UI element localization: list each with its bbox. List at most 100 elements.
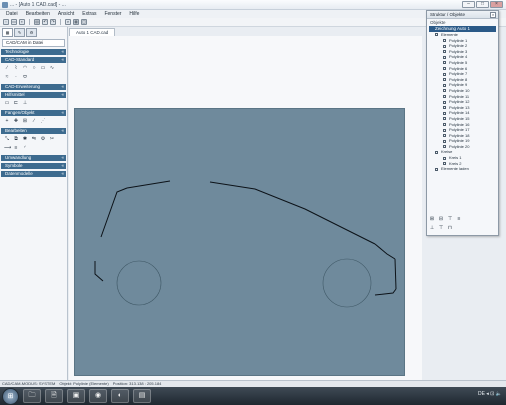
chevron-icon: «	[61, 128, 64, 133]
move-icon[interactable]: ⤡	[4, 136, 10, 142]
curve-icon[interactable]: ∿	[49, 65, 55, 71]
toolbar-divider	[60, 19, 61, 25]
section-label: CAD-Erweiterung	[5, 84, 41, 89]
title-bar: ... - [Auto 1 CAD.cad] - ... – □ ×	[0, 0, 506, 10]
line-icon[interactable]: ∕	[4, 65, 10, 71]
maximize-button[interactable]: □	[476, 1, 489, 8]
roof-rear-line	[209, 181, 376, 245]
collapse-all-icon[interactable]: ⊟	[438, 216, 444, 222]
sidebar-tab-cad[interactable]: ▦	[2, 28, 13, 37]
chevron-icon: «	[61, 163, 64, 168]
ellipse-icon[interactable]: ⬭	[22, 74, 28, 80]
dim-icon[interactable]: ⊥	[22, 100, 28, 106]
midpoint-icon[interactable]: ⋰	[40, 118, 46, 124]
taskbar-app-explorer[interactable]: 🗀	[23, 389, 41, 403]
checkbox-icon	[443, 156, 446, 160]
checkbox-icon	[443, 128, 446, 132]
menu-help[interactable]: Hilfe	[129, 11, 139, 17]
endpoint-icon[interactable]: ∕	[31, 118, 37, 124]
structure-panel: Struktur / Objekte × Objekte Zeichnung Au…	[426, 10, 499, 236]
grid-snap-icon[interactable]: ✚	[13, 118, 19, 124]
system-tray[interactable]: DE ◂ ⊡ 🔈	[478, 391, 502, 397]
text-icon[interactable]: ⊏	[13, 100, 19, 106]
circle-icon[interactable]: ○	[31, 65, 37, 71]
taskbar-app-browser[interactable]: ◐	[111, 389, 129, 403]
menu-window[interactable]: Fenster	[104, 11, 121, 17]
minimize-button[interactable]: –	[462, 1, 475, 8]
fillet-icon[interactable]: ◜	[22, 145, 28, 151]
tree-item-label: Polylinie 13	[449, 104, 470, 110]
filter-icon[interactable]: ⊤	[447, 216, 453, 222]
sidebar-mode-field[interactable]: CAD/CAM in Datei	[2, 39, 65, 47]
tree-footer-item[interactable]: Elemente laden	[429, 166, 498, 172]
checkbox-icon	[443, 44, 446, 48]
taskbar-app-document[interactable]: 🗎	[45, 389, 63, 403]
start-button[interactable]: ⊞	[2, 387, 19, 405]
spline-icon[interactable]: ≈	[4, 74, 10, 80]
print-icon[interactable]: ▤	[34, 19, 40, 25]
extend-icon[interactable]: ⟶	[4, 145, 11, 151]
save-icon[interactable]: ▪	[19, 19, 25, 25]
taskbar-app-files[interactable]: ▤	[133, 389, 151, 403]
app-icon	[2, 2, 8, 8]
section-cad-erweiterung[interactable]: CAD-Erweiterung «	[1, 84, 66, 90]
grid-icon[interactable]: ▦	[73, 19, 79, 25]
checkbox-icon	[443, 122, 446, 126]
expand-all-icon[interactable]: ⊞	[429, 216, 435, 222]
lock-icon[interactable]: ⊓	[447, 225, 453, 231]
expander-icon	[435, 33, 438, 37]
menu-file[interactable]: Datei	[6, 11, 18, 17]
arc-icon[interactable]: ◠	[22, 65, 28, 71]
trim-icon[interactable]: ✂	[49, 136, 55, 142]
mirror-icon[interactable]: ⇋	[31, 136, 37, 142]
show-icon[interactable]: ⊥	[429, 225, 435, 231]
ortho-icon[interactable]: ⊞	[22, 118, 28, 124]
tree-item-label: Polylinie 16	[449, 121, 470, 127]
polyline-icon[interactable]: ⌇	[13, 65, 19, 71]
taskbar-app-media[interactable]: ◉	[89, 389, 107, 403]
offset-icon[interactable]: ≡	[13, 145, 19, 151]
menu-edit[interactable]: Bearbeiten	[26, 11, 50, 17]
section-fangen[interactable]: Fangen/Objekt «	[1, 110, 66, 116]
scale-icon[interactable]: ⚙	[40, 136, 46, 142]
section-hilfsmittel[interactable]: Hilfsmittel «	[1, 92, 66, 98]
section-symbole[interactable]: Symbole «	[1, 163, 66, 169]
sort-icon[interactable]: ≡	[456, 216, 462, 222]
new-icon[interactable]: ▫	[3, 19, 9, 25]
rotate-icon[interactable]: ✱	[22, 136, 28, 142]
section-technologie[interactable]: Technologie «	[1, 49, 66, 55]
section-datenmodelle[interactable]: Datenmodelle «	[1, 171, 66, 177]
tree-item-label: Polylinie 10	[449, 87, 470, 93]
checkbox-icon	[443, 134, 446, 138]
copy-icon[interactable]: ⧉	[13, 136, 19, 142]
hide-icon[interactable]: ⊤	[438, 225, 444, 231]
section-umwandlung[interactable]: Umwandlung «	[1, 155, 66, 161]
object-tree: Elemente Polylinie 1 Polylinie 2 Polylin…	[427, 32, 498, 172]
undo-icon[interactable]: ↶	[42, 19, 48, 25]
point-icon[interactable]: ·	[13, 74, 19, 80]
section-bearbeiten[interactable]: Bearbeiten «	[1, 128, 66, 134]
menu-extras[interactable]: Extras	[82, 11, 96, 17]
menu-view[interactable]: Ansicht	[58, 11, 74, 17]
section-label: Symbole	[5, 163, 23, 168]
panel-close-button[interactable]: ×	[490, 12, 496, 18]
measure-icon[interactable]: ▭	[4, 100, 10, 106]
zoom-icon[interactable]: ⌕	[65, 19, 71, 25]
checkbox-icon	[443, 89, 446, 93]
layer-icon[interactable]: ◫	[81, 19, 87, 25]
checkbox-icon	[443, 67, 446, 70]
checkbox-icon	[443, 117, 446, 121]
rect-icon[interactable]: ▭	[40, 65, 46, 71]
close-button[interactable]: ×	[490, 1, 503, 8]
redo-icon[interactable]: ↷	[50, 19, 56, 25]
taskbar-app-cad[interactable]: ▣	[67, 389, 85, 403]
toolbar-divider	[29, 19, 30, 25]
section-cad-standard[interactable]: CAD-Standard «	[1, 57, 66, 63]
snap-icon[interactable]: +	[4, 118, 10, 124]
sidebar-tab-settings[interactable]: ⚙	[26, 28, 37, 37]
checkbox-icon	[443, 145, 446, 149]
sidebar-tab-edit[interactable]: ✎	[14, 28, 25, 37]
drawing-canvas[interactable]	[74, 108, 405, 376]
open-icon[interactable]: ▭	[11, 19, 17, 25]
tab-document[interactable]: Auto 1 CAD.cad	[69, 28, 116, 36]
